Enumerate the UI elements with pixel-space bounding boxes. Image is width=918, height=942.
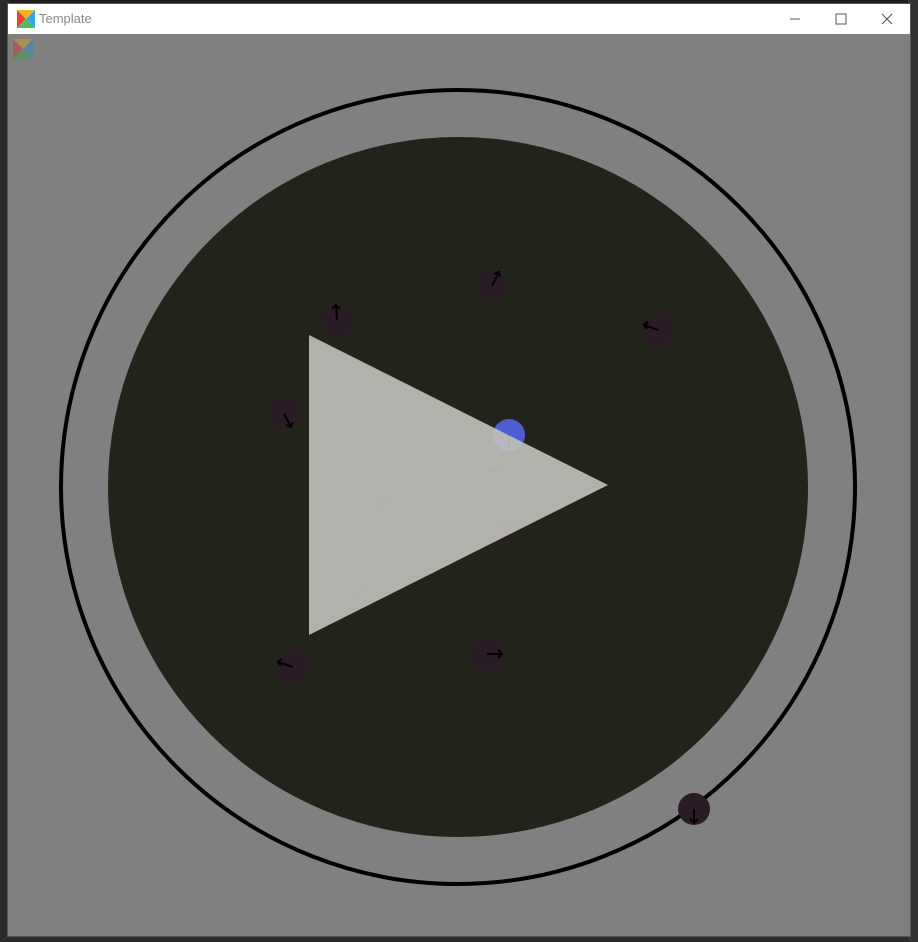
close-icon bbox=[881, 13, 893, 25]
game-canvas[interactable] bbox=[8, 34, 910, 936]
enemy-orbit bbox=[678, 793, 710, 825]
window-title: Template bbox=[39, 11, 92, 26]
enemy bbox=[642, 314, 674, 346]
enemy bbox=[268, 398, 300, 430]
kivy-app-icon bbox=[17, 10, 35, 28]
corner-logo-icon bbox=[13, 39, 33, 59]
enemy bbox=[471, 638, 504, 670]
maximize-button[interactable] bbox=[818, 4, 864, 34]
minimize-button[interactable] bbox=[772, 4, 818, 34]
enemy bbox=[476, 270, 508, 302]
close-button[interactable] bbox=[864, 4, 910, 34]
app-window: Template bbox=[8, 4, 910, 936]
title-bar[interactable]: Template bbox=[8, 4, 910, 34]
maximize-icon bbox=[835, 13, 847, 25]
minimize-icon bbox=[790, 18, 800, 20]
enemy bbox=[276, 651, 309, 683]
enemy bbox=[321, 303, 353, 336]
